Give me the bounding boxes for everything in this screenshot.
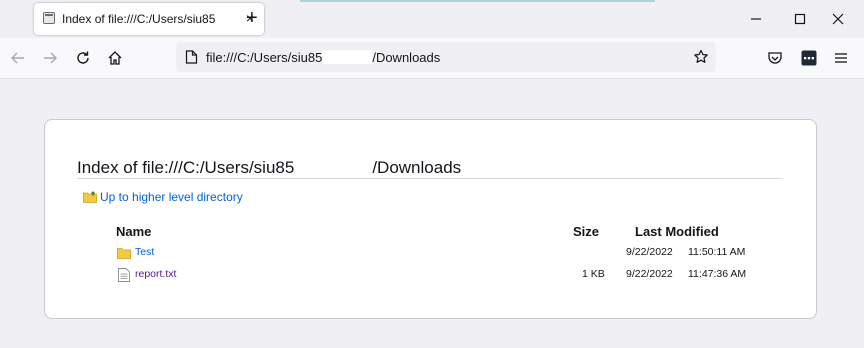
up-directory-link[interactable]: Up to higher level directory (83, 190, 243, 204)
row-size: 1 KB (582, 268, 605, 280)
close-icon[interactable] (829, 10, 847, 28)
file-link-report[interactable]: report.txt (135, 268, 176, 280)
new-tab-button[interactable]: + (246, 8, 258, 28)
table-row: report.txt 1 KB 9/22/2022 11:47:36 AM (45, 268, 816, 288)
url-text: file:///C:/Users/siu85/Downloads (206, 50, 440, 65)
page-title-prefix: Index of file:///C:/Users/siu85 (77, 158, 295, 177)
tab-strip: Index of file:///C:/Users/siu85 × + (0, 0, 864, 38)
tab-title: Index of file:///C:/Users/siu85 (62, 12, 216, 26)
minimize-icon[interactable] (747, 10, 765, 28)
column-header-modified[interactable]: Last Modified (635, 224, 719, 239)
url-redaction (322, 50, 373, 64)
text-file-icon (118, 268, 130, 282)
navigation-bar: file:///C:/Users/siu85/Downloads (0, 38, 864, 79)
home-icon[interactable] (106, 49, 124, 67)
column-header-name[interactable]: Name (116, 224, 151, 239)
page-title-suffix: /Downloads (372, 158, 462, 177)
table-row: Test 9/22/2022 11:50:11 AM (45, 246, 816, 266)
bookmark-star-icon[interactable] (693, 49, 709, 65)
reload-icon[interactable] (74, 49, 92, 67)
page-favicon-icon (43, 12, 55, 24)
column-header-size[interactable]: Size (573, 224, 599, 239)
directory-listing-card: Index of file:///C:/Users/siu85/Download… (44, 119, 817, 319)
title-divider (77, 178, 782, 179)
active-tab[interactable]: Index of file:///C:/Users/siu85 × (34, 3, 264, 35)
row-date: 9/22/2022 (626, 246, 673, 258)
folder-icon (117, 248, 131, 259)
folder-link-test[interactable]: Test (135, 246, 154, 258)
row-time: 11:50:11 AM (688, 246, 746, 258)
pocket-icon[interactable] (766, 49, 784, 67)
row-time: 11:47:36 AM (688, 268, 747, 280)
address-bar[interactable]: file:///C:/Users/siu85/Downloads (176, 42, 716, 72)
row-date: 9/22/2022 (626, 268, 673, 280)
menu-icon[interactable] (832, 49, 850, 67)
url-suffix: /Downloads (372, 50, 441, 65)
back-icon[interactable] (9, 49, 27, 67)
extension-icon[interactable] (800, 49, 818, 67)
up-folder-icon (83, 191, 97, 203)
up-directory-label: Up to higher level directory (100, 190, 243, 204)
page-title: Index of file:///C:/Users/siu85/Download… (77, 158, 461, 178)
tab-strip-accent (300, 0, 655, 2)
forward-icon[interactable] (41, 49, 59, 67)
page-icon (185, 50, 198, 64)
url-prefix: file:///C:/Users/siu85 (206, 50, 323, 65)
maximize-icon[interactable] (791, 10, 809, 28)
